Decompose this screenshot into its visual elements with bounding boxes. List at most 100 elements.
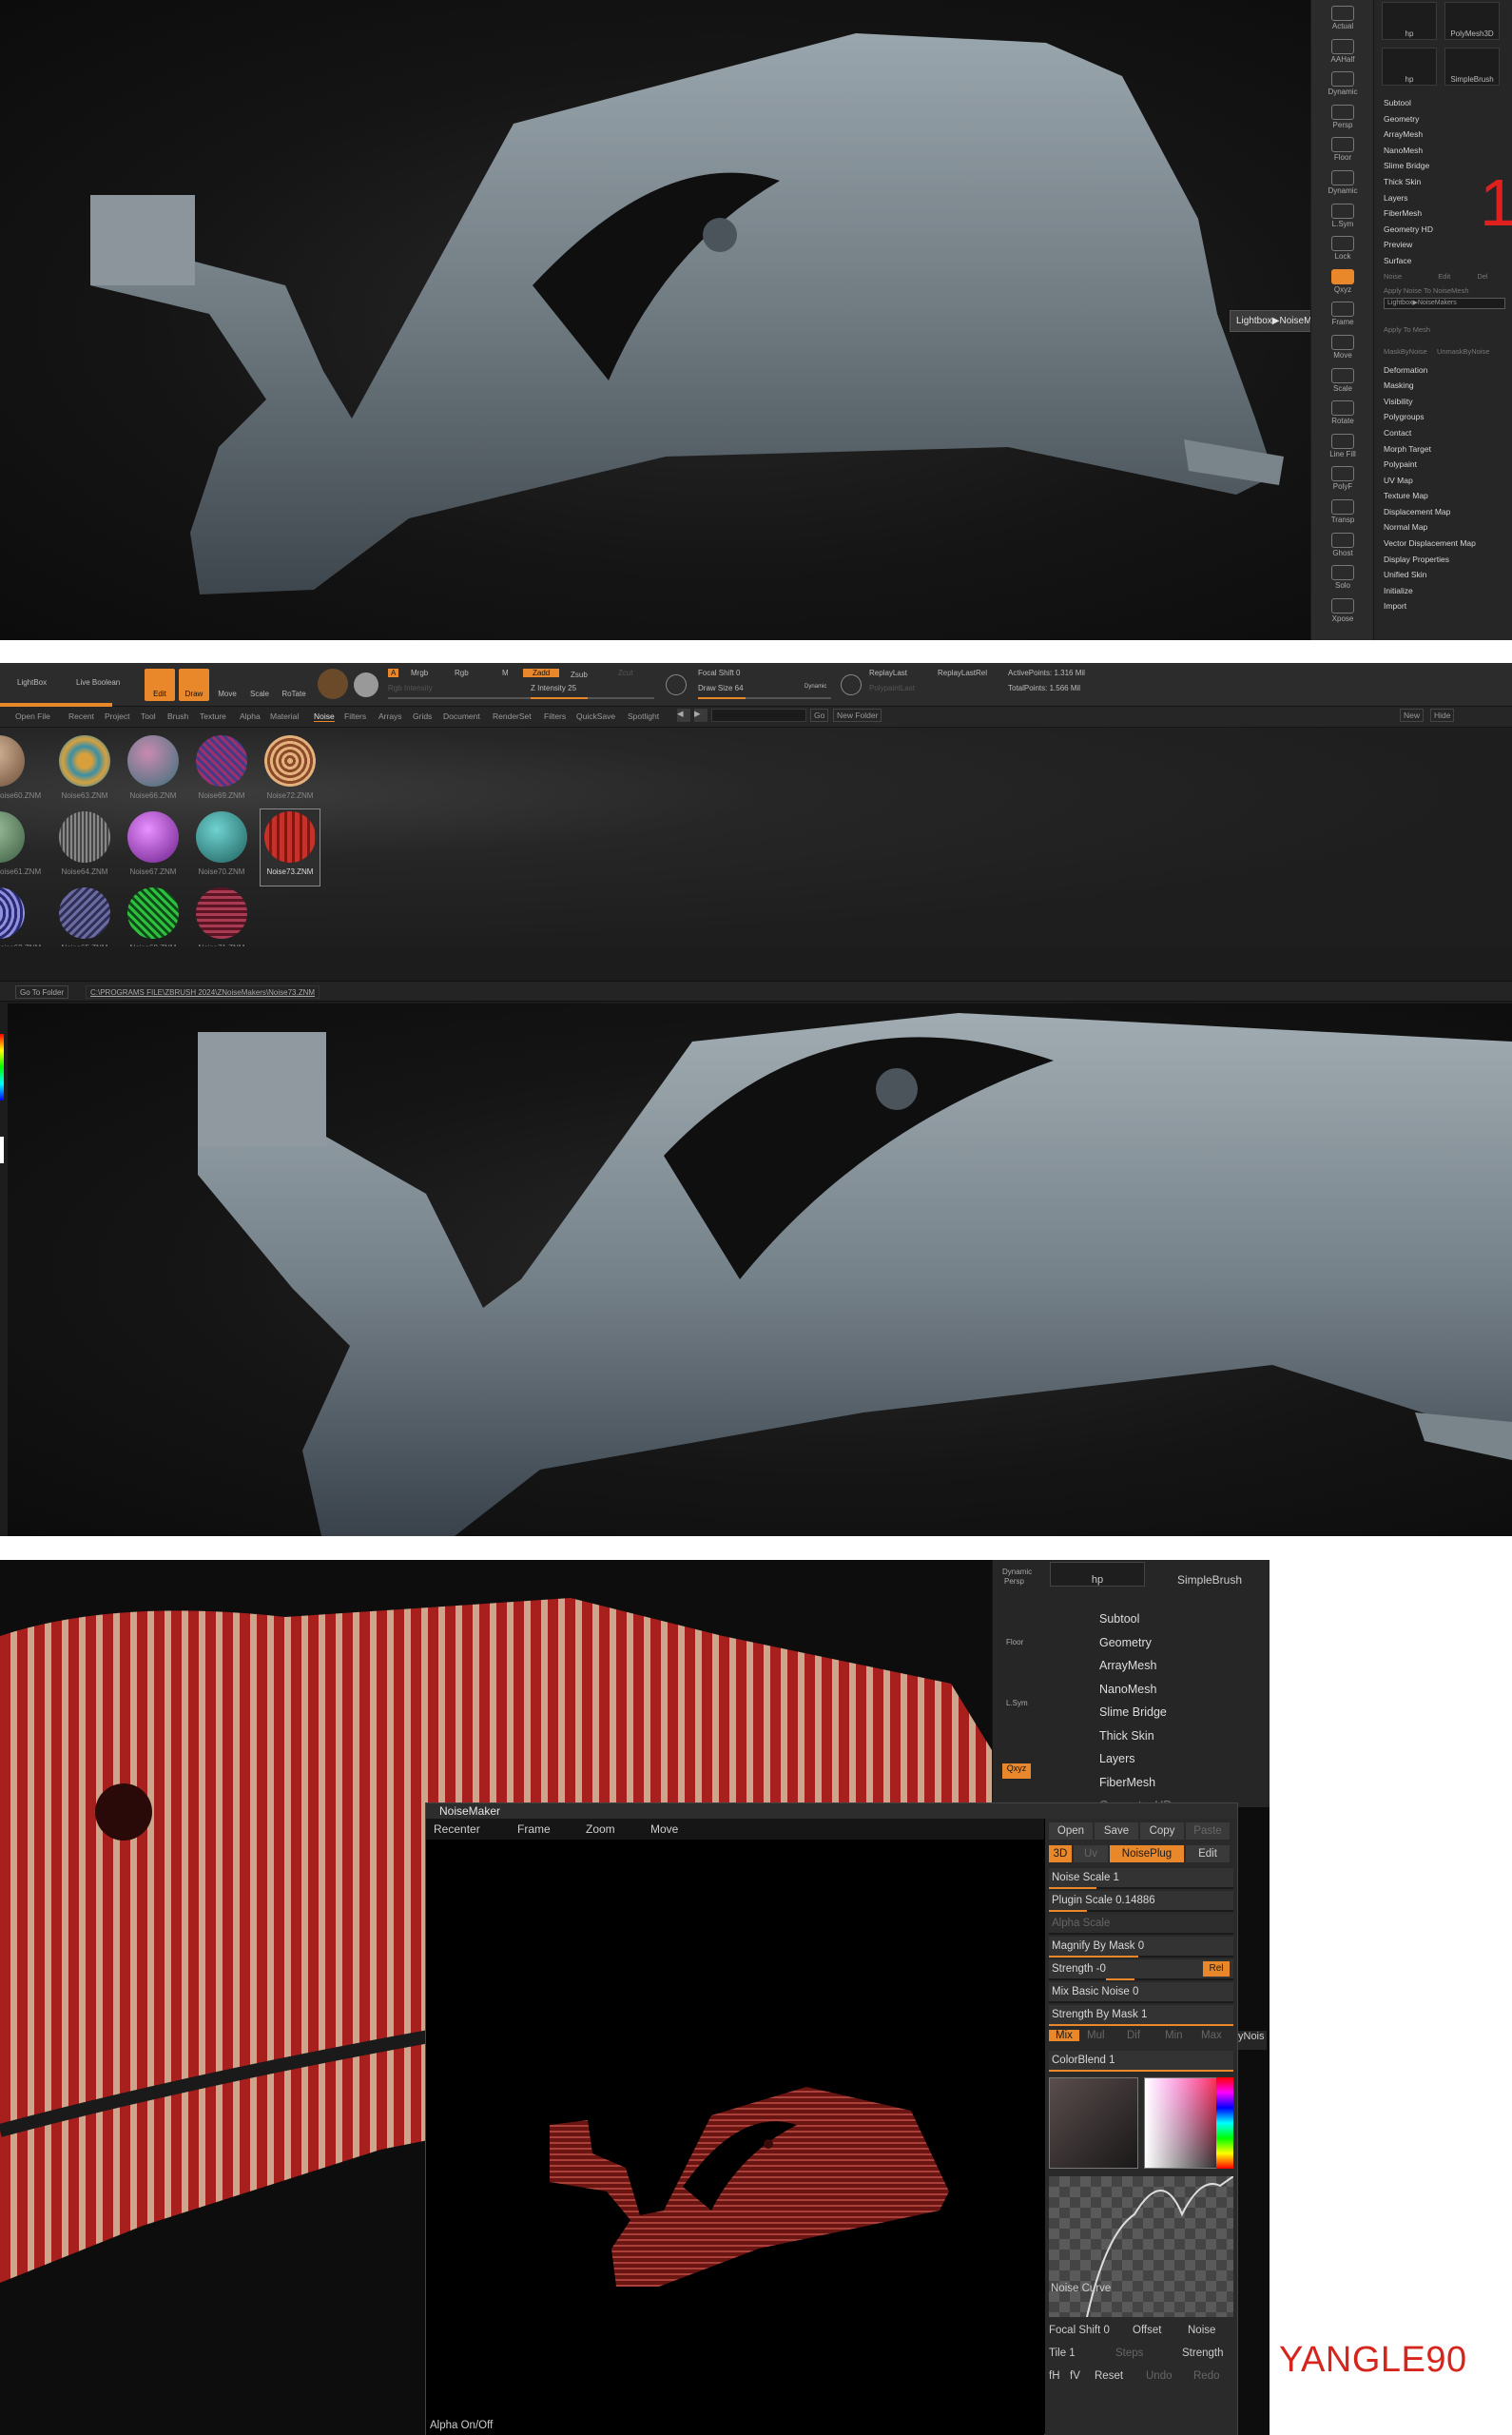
strength-curve-slider[interactable]: Strength: [1182, 2347, 1223, 2359]
thumb-hp[interactable]: hp: [1050, 1562, 1145, 1587]
undo-button[interactable]: Undo: [1146, 2370, 1173, 2382]
blend-dif-button[interactable]: Dif: [1127, 2030, 1140, 2041]
fh-button[interactable]: fH: [1049, 2370, 1060, 2382]
rgb-button[interactable]: Rgb: [455, 669, 469, 677]
open-button[interactable]: Open: [1049, 1822, 1093, 1840]
menu-slime-bridge[interactable]: Slime Bridge: [1099, 1701, 1172, 1724]
menu-vector-displacement-map[interactable]: Vector Displacement Map: [1384, 536, 1507, 552]
shelf-scale-button[interactable]: Scale: [1319, 366, 1367, 399]
replay-last-rel-button[interactable]: ReplayLastRel: [938, 669, 987, 677]
go-button[interactable]: Go: [810, 709, 829, 722]
shelf-move-button[interactable]: Move: [1319, 333, 1367, 365]
menu-nanomesh[interactable]: NanoMesh: [1384, 143, 1507, 159]
menu-nanomesh[interactable]: NanoMesh: [1099, 1678, 1172, 1702]
tab-texture[interactable]: Texture: [200, 711, 226, 721]
shelf-transp-button[interactable]: Transp: [1319, 497, 1367, 530]
shelf-actual-button[interactable]: Actual: [1319, 4, 1367, 36]
menu-thick-skin[interactable]: Thick Skin: [1099, 1724, 1172, 1748]
new-folder-button[interactable]: New Folder: [833, 709, 882, 722]
shelf-rotate-button[interactable]: Rotate: [1319, 399, 1367, 431]
noise-item[interactable]: Noise67.ZNM: [124, 809, 183, 886]
del-button[interactable]: Del: [1477, 272, 1487, 281]
brush-icon[interactable]: [666, 674, 687, 695]
noiseplug-button[interactable]: NoisePlug: [1110, 1845, 1184, 1862]
menu-surface[interactable]: Surface: [1384, 253, 1507, 269]
tab-arrays[interactable]: Arrays: [378, 711, 402, 721]
menu-layers[interactable]: Layers: [1099, 1747, 1172, 1771]
a-toggle[interactable]: A: [388, 669, 399, 677]
focal-shift-slider[interactable]: Focal Shift 0: [698, 669, 740, 677]
thumb-simplebrush[interactable]: SimpleBrush: [1153, 1562, 1267, 1587]
shelf-persp-button[interactable]: Persp: [1319, 103, 1367, 135]
menu-deformation[interactable]: Deformation: [1384, 362, 1507, 379]
shelf-dynamic-button[interactable]: Dynamic: [1319, 69, 1367, 102]
hue-strip[interactable]: [1216, 2077, 1233, 2169]
replay-icon[interactable]: [841, 674, 862, 695]
thumb-hp[interactable]: hp: [1382, 2, 1437, 40]
edit-button[interactable]: Edit: [145, 669, 175, 701]
noise-item[interactable]: oise60.ZNM: [0, 733, 41, 809]
tab-spotlight[interactable]: Spotlight: [628, 711, 659, 721]
noise-item[interactable]: Noise63.ZNM: [55, 733, 114, 809]
alpha-toggle-button[interactable]: Alpha On/Off: [430, 2420, 493, 2431]
menu-polygroups[interactable]: Polygroups: [1384, 409, 1507, 425]
mask-by-noise-button[interactable]: MaskByNoise: [1384, 347, 1427, 356]
lightbox-field[interactable]: Lightbox▶NoiseMakers: [1384, 297, 1505, 309]
move-button[interactable]: Move: [213, 669, 242, 701]
thumb-cylinder[interactable]: PolyMesh3D: [1444, 2, 1500, 40]
unmask-by-noise-button[interactable]: UnmaskByNoise: [1437, 347, 1489, 356]
blend-min-button[interactable]: Min: [1165, 2030, 1183, 2041]
file-path[interactable]: C:\PROGRAMS FILE\ZBRUSH 2024\ZNoiseMaker…: [86, 985, 320, 999]
noise-curve-editor[interactable]: Noise Curve: [1049, 2175, 1234, 2318]
shelf-aahalf-button[interactable]: AAHalf: [1319, 37, 1367, 69]
menu-unified-skin[interactable]: Unified Skin: [1384, 567, 1507, 583]
copy-button[interactable]: Copy: [1140, 1822, 1184, 1840]
menu-visibility[interactable]: Visibility: [1384, 394, 1507, 410]
menu-arraymesh[interactable]: ArrayMesh: [1384, 127, 1507, 143]
steps-slider[interactable]: Steps: [1115, 2347, 1143, 2359]
shelf-frame-button[interactable]: Frame: [1319, 300, 1367, 332]
strength-by-mask-slider[interactable]: Strength By Mask 1: [1049, 2005, 1233, 2026]
menu-geometry[interactable]: Geometry: [1384, 111, 1507, 127]
fv-button[interactable]: fV: [1070, 2370, 1080, 2382]
tab-noise[interactable]: Noise: [314, 711, 335, 722]
nav-back-icon[interactable]: ◀: [677, 709, 690, 722]
tab-recent[interactable]: Recent: [68, 711, 94, 721]
zsub-button[interactable]: Zsub: [571, 671, 588, 679]
shelf-polyf-button[interactable]: PolyF: [1319, 464, 1367, 497]
magnify-by-mask-slider[interactable]: Magnify By Mask 0: [1049, 1937, 1233, 1958]
colorblend-slider[interactable]: ColorBlend 1: [1049, 2051, 1233, 2072]
floor-button[interactable]: Floor: [1006, 1638, 1023, 1646]
menu-import[interactable]: Import: [1384, 598, 1507, 614]
replay-last-button[interactable]: ReplayLast: [869, 669, 907, 677]
draw-button[interactable]: Draw: [179, 669, 209, 701]
tab-quicksave[interactable]: QuickSave: [576, 711, 615, 721]
menu-normal-map[interactable]: Normal Map: [1384, 519, 1507, 536]
noise-item[interactable]: oise61.ZNM: [0, 809, 41, 886]
hide-button[interactable]: Hide: [1430, 709, 1455, 722]
menu-contact[interactable]: Contact: [1384, 425, 1507, 441]
go-to-folder-button[interactable]: Go To Folder: [15, 985, 69, 999]
z-intensity-slider[interactable]: Z Intensity 25: [531, 684, 576, 692]
thumb-simplebrush[interactable]: SimpleBrush: [1444, 48, 1500, 86]
noise-item[interactable]: Noise69.ZNM: [192, 733, 251, 809]
lsym-button[interactable]: L.Sym: [1006, 1699, 1028, 1707]
paste-button[interactable]: Paste: [1186, 1822, 1230, 1840]
shelf-dynamic-button[interactable]: Dynamic: [1319, 168, 1367, 201]
shelf-qxyz-button[interactable]: Qxyz: [1319, 267, 1367, 300]
viewport-canvas[interactable]: Lightbox▶NoiseMakers: [0, 0, 1310, 640]
sphere-icon[interactable]: [354, 672, 378, 697]
path-field[interactable]: [711, 709, 806, 722]
redo-button[interactable]: Redo: [1193, 2370, 1220, 2382]
tab-filters-2[interactable]: Filters: [544, 711, 566, 721]
scale-button[interactable]: Scale: [245, 669, 274, 701]
menu-subtool[interactable]: Subtool: [1384, 95, 1507, 111]
zcut-button[interactable]: Zcut: [618, 669, 633, 677]
menu-uv-map[interactable]: UV Map: [1384, 473, 1507, 489]
noise-button[interactable]: Noise: [1384, 272, 1402, 281]
menu-initialize[interactable]: Initialize: [1384, 583, 1507, 599]
shelf-l-sym-button[interactable]: L.Sym: [1319, 202, 1367, 234]
dynamic-toggle[interactable]: Dynamic: [804, 684, 826, 690]
persp-button[interactable]: Persp: [1004, 1577, 1024, 1586]
menu-texture-map[interactable]: Texture Map: [1384, 488, 1507, 504]
